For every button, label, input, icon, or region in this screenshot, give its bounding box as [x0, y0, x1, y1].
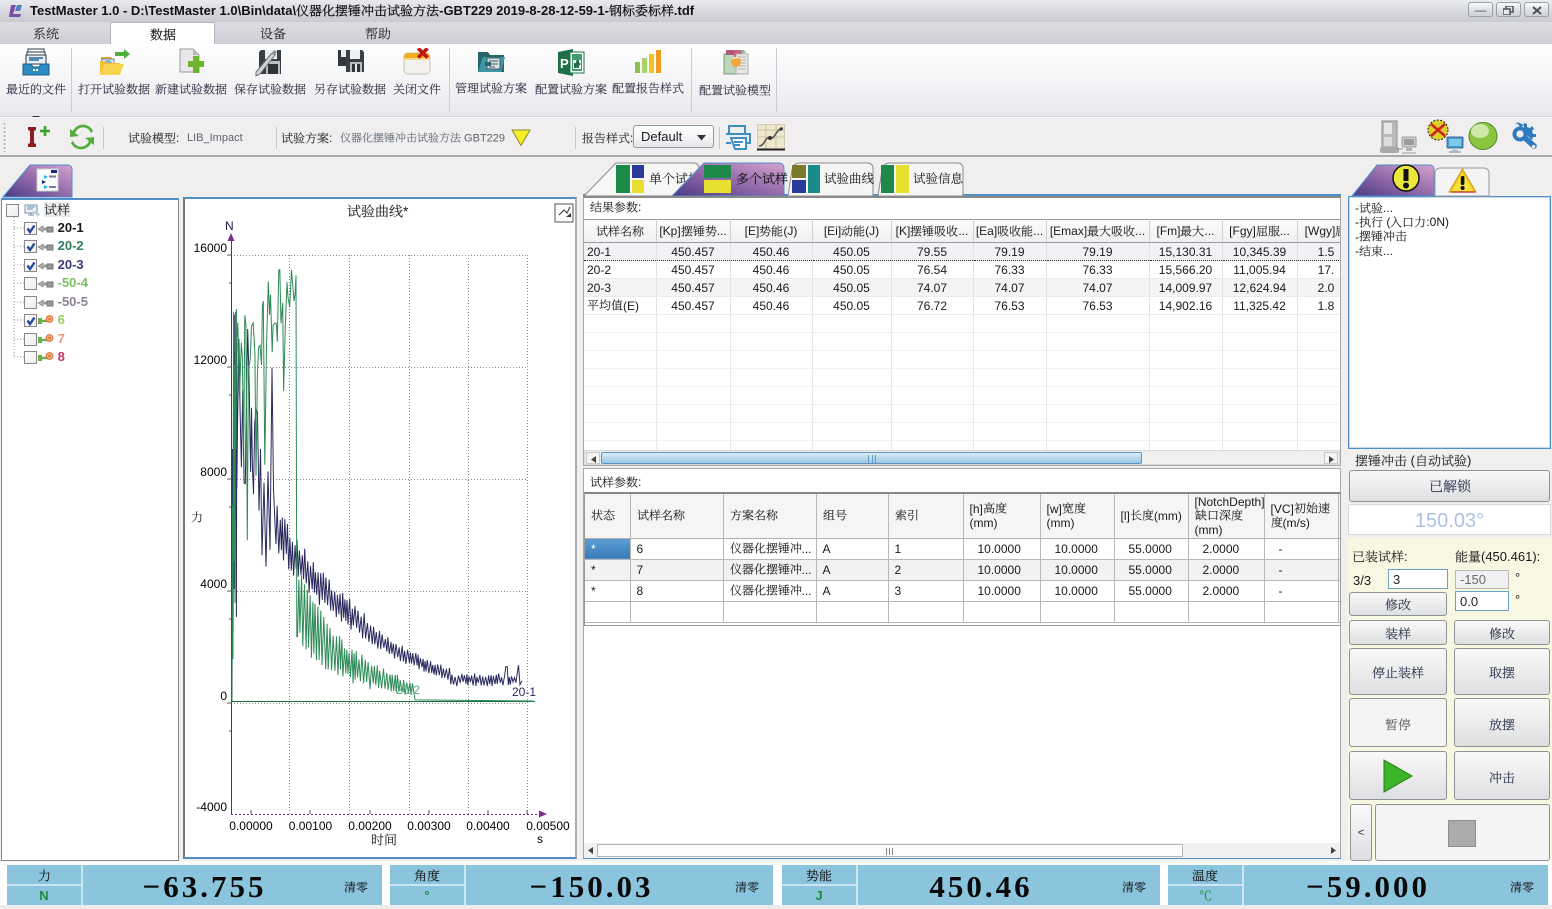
svg-text:0.00200: 0.00200	[348, 819, 392, 833]
svg-text:0.00000: 0.00000	[229, 819, 273, 833]
svg-text:0.00400: 0.00400	[466, 819, 510, 833]
svg-text:16000: 16000	[194, 241, 228, 255]
svg-text:0: 0	[220, 689, 227, 703]
svg-text:8000: 8000	[200, 465, 227, 479]
svg-text:-4000: -4000	[196, 800, 227, 814]
svg-text:20-1: 20-1	[512, 685, 536, 699]
svg-text:0.00300: 0.00300	[407, 819, 451, 833]
svg-text:P: P	[560, 56, 569, 71]
svg-text:0.00100: 0.00100	[289, 819, 333, 833]
svg-text:0.00500: 0.00500	[526, 819, 570, 833]
svg-text:s: s	[537, 832, 543, 846]
svg-text:20-2: 20-2	[396, 683, 420, 697]
svg-text:4000: 4000	[200, 577, 227, 591]
svg-text:N: N	[225, 219, 234, 233]
svg-text:12000: 12000	[194, 353, 228, 367]
